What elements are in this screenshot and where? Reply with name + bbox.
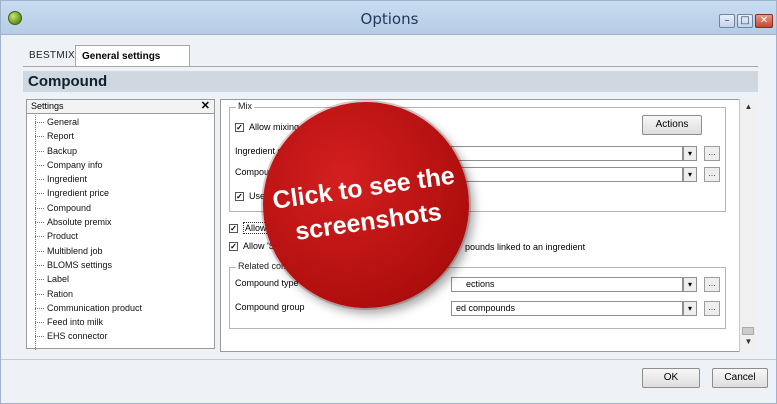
page-title: Compound: [23, 71, 758, 92]
allow-mixing-checkbox[interactable]: ✓ Allow mixing: [235, 122, 299, 132]
ingredient-group-browse-button[interactable]: ...: [704, 146, 720, 161]
chevron-down-icon[interactable]: ▾: [683, 167, 697, 182]
tree-item-bloms-settings[interactable]: BLOMS settings: [33, 258, 214, 272]
tree-item-ration[interactable]: Ration: [33, 287, 214, 301]
allow-mixing-label: Allow mixing: [249, 122, 300, 132]
ok-button[interactable]: OK: [642, 368, 700, 388]
scroll-up-icon[interactable]: ▲: [741, 100, 756, 114]
compound-type-value: ections: [466, 279, 495, 289]
tree-item-ingredient[interactable]: Ingredient: [33, 172, 214, 186]
settings-panel-header: Settings ✕: [27, 100, 214, 114]
tree-item-absolute-premix[interactable]: Absolute premix: [33, 215, 214, 229]
tree-item-feed-into-milk[interactable]: Feed into milk: [33, 315, 214, 329]
tree-item-compound[interactable]: Compound: [33, 201, 214, 215]
compound-group-label: Compound group: [235, 302, 305, 312]
tree-item-ingredient-price[interactable]: Ingredient price: [33, 186, 214, 200]
ingredient-group-select[interactable]: [451, 146, 683, 161]
check-icon: ✓: [235, 191, 244, 201]
settings-tree: General Report Backup Company info Ingre…: [27, 114, 214, 350]
minimize-button[interactable]: –: [719, 14, 735, 28]
close-button[interactable]: ✕: [755, 14, 773, 28]
tab-divider: [23, 66, 758, 67]
settings-tree-panel: Settings ✕ General Report Backup Company…: [26, 99, 215, 350]
settings-panel-title: Settings: [31, 101, 64, 111]
maximize-button[interactable]: □: [737, 14, 753, 28]
tree-item-communication-product[interactable]: Communication product: [33, 301, 214, 315]
use-checkbox[interactable]: ✓ Use: [235, 191, 265, 201]
chevron-down-icon[interactable]: ▾: [683, 146, 697, 161]
tab-bestmix[interactable]: BESTMIX: [23, 45, 75, 67]
tree-item-product[interactable]: Product: [33, 229, 214, 243]
compound-type-label: Compound type: [235, 278, 299, 288]
allow-s-label-tail: pounds linked to an ingredient: [465, 242, 586, 252]
options-window: Options – □ ✕ BESTMIX General settings C…: [0, 0, 777, 404]
check-icon: ✓: [229, 223, 238, 233]
check-icon: ✓: [235, 122, 244, 132]
check-icon: ✓: [229, 241, 238, 251]
mix-group-label: Mix: [236, 101, 254, 111]
compound-select[interactable]: [451, 167, 683, 182]
chevron-down-icon[interactable]: ▾: [683, 277, 697, 292]
tree-item-backup[interactable]: Backup: [33, 144, 214, 158]
compound-browse-button[interactable]: ...: [704, 167, 720, 182]
tree-item-general[interactable]: General: [33, 115, 214, 129]
actions-button[interactable]: Actions: [642, 115, 702, 135]
allow-checkbox[interactable]: ✓ Allow: [229, 222, 269, 234]
cancel-button[interactable]: Cancel: [712, 368, 768, 388]
compound-group-select[interactable]: ed compounds: [451, 301, 683, 316]
compound-type-browse-button[interactable]: ...: [704, 277, 720, 292]
tree-item-multiblend-job[interactable]: Multiblend job: [33, 244, 214, 258]
tree-item-report[interactable]: Report: [33, 129, 214, 143]
tree-item-ehs-connector[interactable]: EHS connector: [33, 329, 214, 343]
scroll-thumb[interactable]: [742, 327, 754, 335]
vertical-scrollbar[interactable]: ▲ ▼: [739, 99, 756, 352]
chevron-down-icon[interactable]: ▾: [683, 301, 697, 316]
tab-general-settings[interactable]: General settings: [75, 45, 190, 67]
window-title: Options: [360, 10, 419, 28]
scroll-down-icon[interactable]: ▼: [741, 335, 756, 349]
title-bar[interactable]: Options – □ ✕: [1, 1, 776, 35]
footer-divider: [1, 359, 776, 360]
close-icon[interactable]: ✕: [201, 100, 210, 113]
allow-s-checkbox[interactable]: ✓ Allow 'S: [229, 241, 275, 251]
compound-group-browse-button[interactable]: ...: [704, 301, 720, 316]
tree-item-label[interactable]: Label: [33, 272, 214, 286]
compound-type-select[interactable]: ections: [451, 277, 683, 292]
tree-item-company-info[interactable]: Company info: [33, 158, 214, 172]
compound-group-value: ed compounds: [456, 303, 516, 313]
